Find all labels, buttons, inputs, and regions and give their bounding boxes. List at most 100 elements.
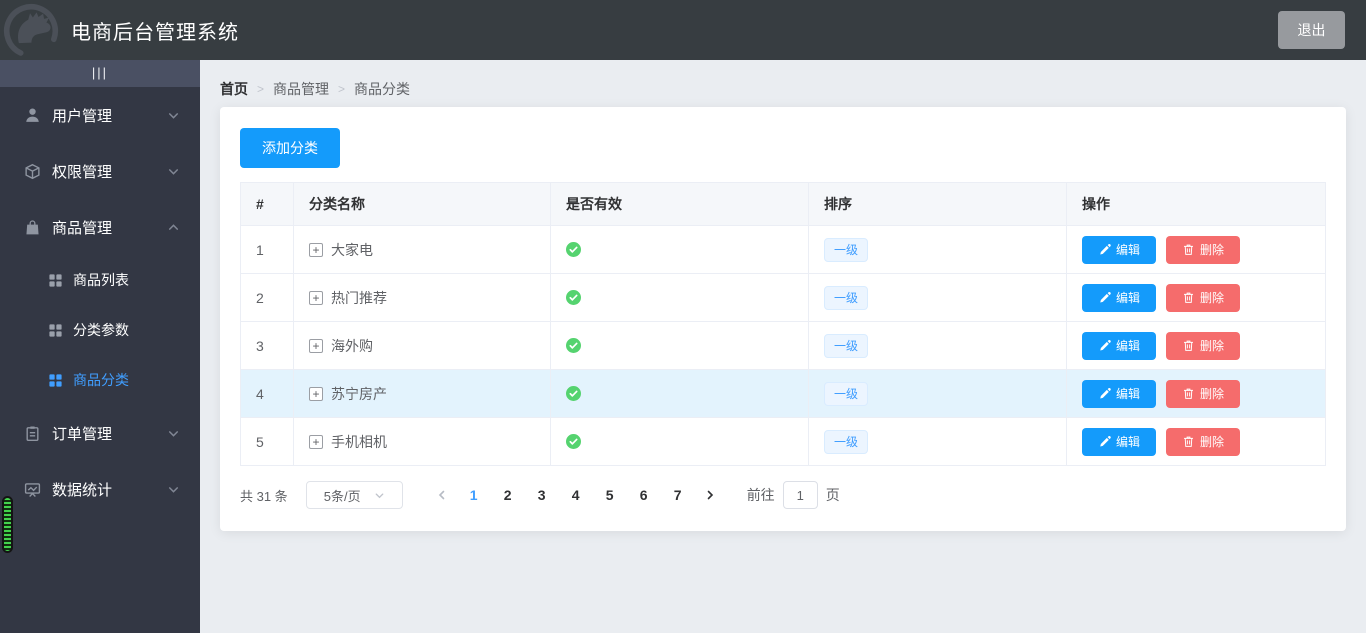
- column-header-index: #: [241, 183, 294, 225]
- pencil-icon: [1100, 340, 1111, 351]
- pencil-icon: [1100, 244, 1111, 255]
- goto-label: 前往: [746, 487, 775, 503]
- app-header: 电商后台管理系统 退出: [0, 0, 1366, 60]
- check-circle-icon: [566, 242, 581, 257]
- page-number-1[interactable]: 1: [458, 487, 490, 503]
- column-header-name: 分类名称: [294, 183, 551, 225]
- shopping-bag-icon: [26, 219, 39, 234]
- check-circle-icon: [566, 434, 581, 449]
- breadcrumb-home-link[interactable]: 首页: [220, 79, 248, 99]
- grid-icon: [49, 273, 62, 287]
- chevron-down-icon: [168, 112, 179, 119]
- delete-button[interactable]: 删除: [1166, 427, 1240, 456]
- check-circle-icon: [566, 338, 581, 353]
- page-size-select[interactable]: 5条/页: [305, 481, 403, 509]
- table-header-row: # 分类名称 是否有效 排序 操作: [241, 183, 1325, 226]
- sidebar-item-label: 权限管理: [52, 163, 113, 181]
- sidebar-item-label: 数据统计: [52, 481, 113, 499]
- sidebar-item-label: 订单管理: [52, 425, 113, 443]
- expand-plus-icon[interactable]: [309, 338, 323, 353]
- user-icon: [26, 107, 39, 122]
- check-circle-icon: [566, 386, 581, 401]
- breadcrumb-separator-icon: >: [338, 82, 346, 96]
- prev-page-button[interactable]: [427, 481, 457, 509]
- expand-plus-icon[interactable]: [309, 434, 323, 449]
- delete-button[interactable]: 删除: [1166, 235, 1240, 264]
- chevron-down-icon: [168, 486, 179, 493]
- chevron-down-icon: [168, 168, 179, 175]
- page-number-2[interactable]: 2: [492, 487, 524, 503]
- edit-button[interactable]: 编辑: [1082, 427, 1156, 456]
- level-tag: 一级: [824, 429, 869, 454]
- breadcrumb-separator-icon: >: [257, 82, 265, 96]
- row-index: 2: [241, 274, 294, 321]
- expand-plus-icon[interactable]: [309, 290, 323, 305]
- column-header-sort: 排序: [809, 183, 1067, 225]
- pencil-icon: [1100, 436, 1111, 447]
- sidebar-item-orders[interactable]: 订单管理: [0, 405, 200, 461]
- sidebar-item-label: 商品管理: [52, 219, 113, 237]
- page-number-6[interactable]: 6: [628, 487, 660, 503]
- categories-table: # 分类名称 是否有效 排序 操作 1 大家电 一级 编辑 删除 2 热门: [240, 182, 1326, 466]
- sidebar-subitem-goods-list[interactable]: 商品列表: [0, 255, 200, 305]
- categories-card: 添加分类 # 分类名称 是否有效 排序 操作 1 大家电 一级 编辑 删除: [220, 107, 1346, 531]
- page-number-7[interactable]: 7: [662, 487, 694, 503]
- edit-button[interactable]: 编辑: [1082, 235, 1156, 264]
- page-number-5[interactable]: 5: [594, 487, 626, 503]
- table-row: 1 大家电 一级 编辑 删除: [241, 226, 1325, 274]
- trash-icon: [1184, 244, 1193, 255]
- breadcrumb: 首页 > 商品管理 > 商品分类: [220, 79, 410, 99]
- level-tag: 一级: [824, 237, 869, 262]
- delete-button[interactable]: 删除: [1166, 283, 1240, 312]
- sidebar-collapse-toggle[interactable]: |||: [0, 60, 200, 87]
- pencil-icon: [1100, 292, 1111, 303]
- next-page-button[interactable]: [695, 481, 725, 509]
- sidebar-subitem-category-params[interactable]: 分类参数: [0, 305, 200, 355]
- level-tag: 一级: [824, 285, 869, 310]
- delete-button[interactable]: 删除: [1166, 379, 1240, 408]
- sidebar-subitem-goods-categories[interactable]: 商品分类: [0, 355, 200, 405]
- row-index: 5: [241, 418, 294, 465]
- chevron-left-icon: [438, 490, 444, 500]
- category-name: 海外购: [331, 337, 373, 354]
- sidebar-item-permissions[interactable]: 权限管理: [0, 143, 200, 199]
- trash-icon: [1184, 436, 1193, 447]
- category-name: 苏宁房产: [331, 385, 387, 402]
- edit-button[interactable]: 编辑: [1082, 283, 1156, 312]
- breadcrumb-item: 商品分类: [354, 81, 411, 97]
- pencil-icon: [1100, 388, 1111, 399]
- level-tag: 一级: [824, 381, 869, 406]
- sidebar-subitem-label: 商品分类: [73, 372, 129, 388]
- goto-page-input[interactable]: [782, 481, 818, 509]
- sidebar-item-goods[interactable]: 商品管理: [0, 199, 200, 255]
- expand-plus-icon[interactable]: [309, 386, 323, 401]
- sidebar-item-label: 用户管理: [52, 107, 113, 125]
- page-number-3[interactable]: 3: [526, 487, 558, 503]
- expand-plus-icon[interactable]: [309, 242, 323, 257]
- level-tag: 一级: [824, 333, 869, 358]
- category-name: 手机相机: [331, 433, 387, 450]
- category-name: 大家电: [331, 241, 373, 258]
- trash-icon: [1184, 340, 1193, 351]
- goto-unit: 页: [825, 487, 840, 503]
- row-index: 3: [241, 322, 294, 369]
- chevron-down-icon: [168, 430, 179, 437]
- add-category-button[interactable]: 添加分类: [240, 128, 340, 168]
- sidebar-item-users[interactable]: 用户管理: [0, 87, 200, 143]
- table-row: 5 手机相机 一级 编辑 删除: [241, 418, 1325, 466]
- delete-button[interactable]: 删除: [1166, 331, 1240, 360]
- edit-button[interactable]: 编辑: [1082, 331, 1156, 360]
- page-number-4[interactable]: 4: [560, 487, 592, 503]
- edit-button[interactable]: 编辑: [1082, 379, 1156, 408]
- column-header-valid: 是否有效: [551, 183, 809, 225]
- breadcrumb-item: 商品管理: [273, 81, 330, 97]
- sidebar: ||| 用户管理 权限管理 商品管理 商品列表 分类参数 商品分类 订单管理 数…: [0, 60, 200, 633]
- column-header-actions: 操作: [1082, 196, 1110, 212]
- dark-horse-logo-icon: [3, 3, 59, 58]
- pagination-goto: 前往 页: [747, 481, 840, 509]
- pagination-total: 共 31 条: [240, 488, 288, 504]
- trash-icon: [1184, 292, 1193, 303]
- logout-button[interactable]: 退出: [1278, 11, 1345, 49]
- clipboard-icon: [26, 425, 39, 441]
- sidebar-item-statistics[interactable]: 数据统计: [0, 461, 200, 517]
